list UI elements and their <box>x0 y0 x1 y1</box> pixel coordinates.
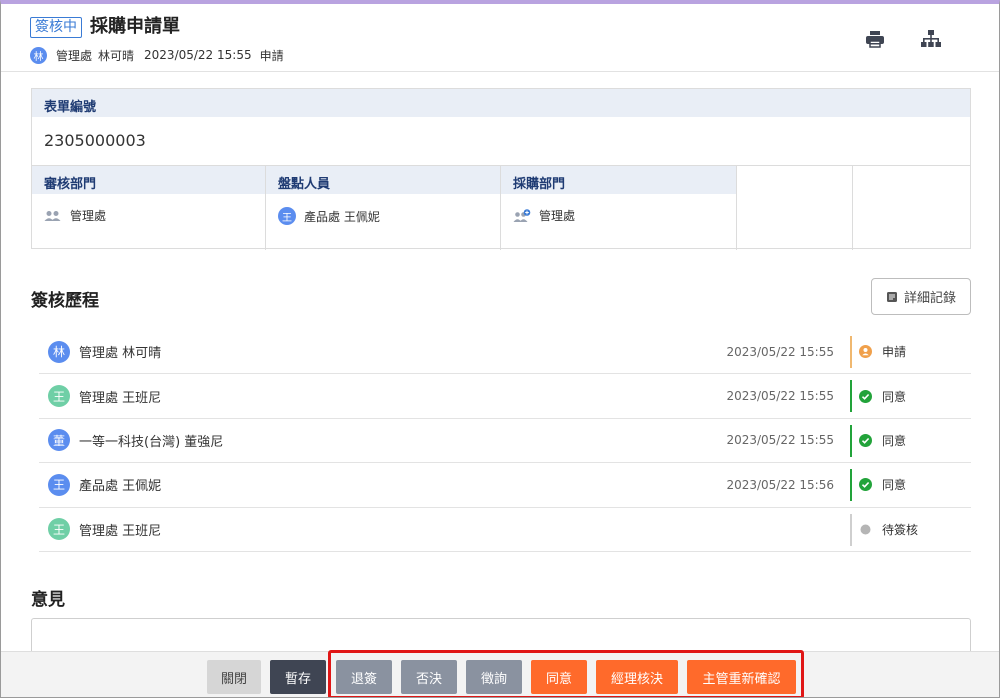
history-time: 2023/05/22 15:56 <box>726 477 834 492</box>
supervisor-recheck-button[interactable]: 主管重新確認 <box>687 660 796 694</box>
reject-button[interactable]: 否決 <box>401 660 457 694</box>
field-label: 審核部門 <box>44 177 97 192</box>
opinion-title: 意見 <box>31 590 65 610</box>
history-row: 董 一等一科技(台灣) 董強尼 2023/05/22 15:55 同意 <box>39 419 971 464</box>
history-status: 同意 <box>859 476 906 493</box>
applicant-icon <box>859 345 872 359</box>
detail-record-button[interactable]: 詳細記錄 <box>871 278 971 315</box>
field-label: 盤點人員 <box>278 177 331 192</box>
applicant-name: 林可晴 <box>98 48 135 63</box>
avatar: 林 <box>30 46 47 64</box>
field-empty <box>737 166 853 250</box>
avatar: 林 <box>48 340 70 363</box>
history-status-label: 同意 <box>882 433 907 448</box>
close-button[interactable]: 關閉 <box>207 660 261 694</box>
page-title: 採購申請單 <box>90 16 180 37</box>
history-status-label: 待簽核 <box>882 522 919 537</box>
field-purchase-dept: 採購部門 管理處 <box>501 166 737 250</box>
field-empty <box>853 166 970 250</box>
history-status: 待簽核 <box>859 521 918 538</box>
history-name: 管理處 王班尼 <box>79 523 162 539</box>
form-number-value: 2305000003 <box>44 131 146 150</box>
avatar: 董 <box>48 429 70 452</box>
field-value: 管理處 <box>539 209 576 223</box>
history-status: 同意 <box>859 432 906 449</box>
applicant-info: 林 管理處 林可晴 2023/05/22 15:55 申請 <box>30 46 290 64</box>
approval-history-list: 林 管理處 林可晴 2023/05/22 15:55 申請 王 管理處 王班尼 … <box>39 330 971 552</box>
pending-dot-icon <box>859 523 872 536</box>
form-number-label: 表單編號 <box>44 100 97 115</box>
avatar: 王 <box>48 385 70 408</box>
app-window: 簽核中 採購申請單 林 管理處 林可晴 2023/05/22 15:55 申請 <box>0 0 1000 698</box>
apply-time: 2023/05/22 15:55 <box>144 48 252 62</box>
field-review-dept: 審核部門 管理處 <box>32 166 266 250</box>
avatar: 王 <box>48 473 70 496</box>
form-number-header: 表單編號 <box>32 89 970 117</box>
history-row: 王 產品處 王佩妮 2023/05/22 15:56 同意 <box>39 463 971 508</box>
document-icon <box>886 291 898 303</box>
avatar: 王 <box>48 518 70 541</box>
avatar: 王 <box>278 207 296 225</box>
status-bar <box>850 513 852 546</box>
manager-decide-button[interactable]: 經理核決 <box>596 660 678 694</box>
form-info-table: 表單編號 2305000003 審核部門 管理處 盤點人員 王 產品處 王佩妮 … <box>31 88 971 250</box>
history-row: 王 管理處 王班尼 2023/05/22 15:55 同意 <box>39 374 971 419</box>
field-value: 產品處 王佩妮 <box>304 209 380 224</box>
history-row: 王 管理處 王班尼 待簽核 <box>39 508 971 552</box>
history-name: 一等一科技(台灣) 董強尼 <box>79 434 224 450</box>
page-header: 簽核中 採購申請單 林 管理處 林可晴 2023/05/22 15:55 申請 <box>1 4 999 72</box>
applicant-dept: 管理處 <box>56 48 93 63</box>
status-bar <box>850 380 852 413</box>
detail-record-label: 詳細記錄 <box>903 291 956 306</box>
history-status-label: 同意 <box>882 389 907 404</box>
history-status: 同意 <box>859 388 906 405</box>
history-title: 簽核歷程 <box>31 291 99 311</box>
check-circle-icon <box>859 478 872 492</box>
check-circle-icon <box>859 433 872 447</box>
history-status-label: 同意 <box>882 478 907 493</box>
history-row: 林 管理處 林可晴 2023/05/22 15:55 申請 <box>39 330 971 375</box>
history-name: 管理處 王班尼 <box>79 390 162 406</box>
group-add-icon <box>513 208 531 223</box>
history-time: 2023/05/22 15:55 <box>726 433 834 448</box>
history-name: 產品處 王佩妮 <box>79 479 162 495</box>
history-status-label: 申請 <box>882 345 907 360</box>
form-fields-row: 審核部門 管理處 盤點人員 王 產品處 王佩妮 採購部門 管理處 <box>32 165 970 250</box>
check-circle-icon <box>859 389 872 403</box>
status-bar <box>850 469 852 502</box>
agree-button[interactable]: 同意 <box>531 660 587 694</box>
action-bar: 關閉 暫存 退簽 否決 徵詢 同意 經理核決 主管重新確認 <box>1 651 999 697</box>
return-button[interactable]: 退簽 <box>336 660 392 694</box>
save-draft-button[interactable]: 暫存 <box>270 660 326 694</box>
status-badge: 簽核中 <box>30 17 82 38</box>
status-bar <box>850 336 852 368</box>
field-inventory-staff: 盤點人員 王 產品處 王佩妮 <box>266 166 501 250</box>
field-value: 管理處 <box>70 209 107 223</box>
history-time: 2023/05/22 15:55 <box>726 344 834 359</box>
print-button[interactable] <box>862 26 888 52</box>
inquire-button[interactable]: 徵詢 <box>466 660 522 694</box>
print-icon <box>866 31 884 48</box>
history-name: 管理處 林可晴 <box>79 346 162 362</box>
history-time: 2023/05/22 15:55 <box>726 389 834 404</box>
apply-action: 申請 <box>259 48 284 63</box>
org-chart-icon <box>921 30 941 47</box>
flow-chart-button[interactable] <box>918 26 944 52</box>
field-label: 採購部門 <box>513 177 566 192</box>
history-status: 申請 <box>859 343 906 360</box>
status-bar <box>850 424 852 457</box>
group-icon <box>44 210 62 222</box>
